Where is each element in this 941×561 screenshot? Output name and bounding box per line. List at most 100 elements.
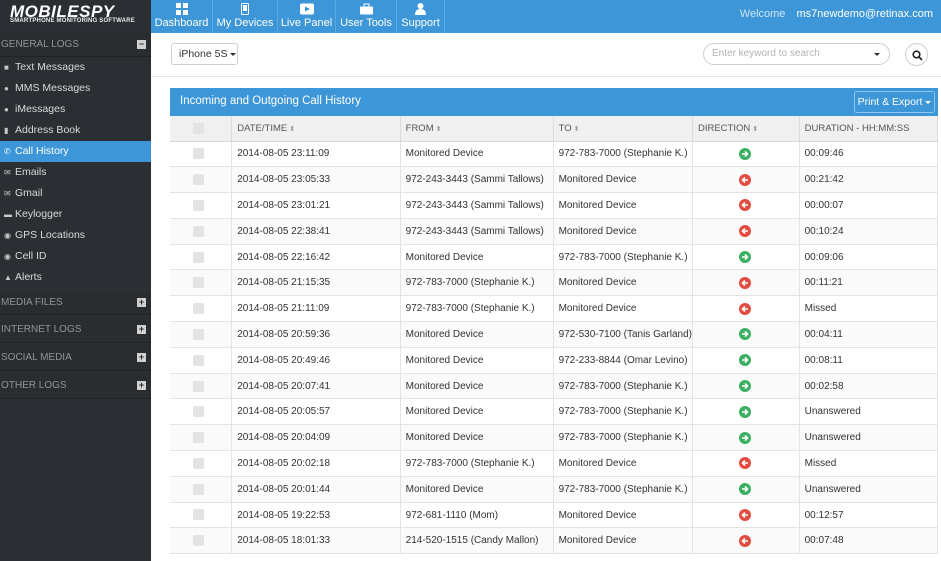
nav-support[interactable]: Support [397, 0, 445, 33]
checkbox[interactable] [193, 251, 204, 263]
checkbox[interactable] [193, 380, 204, 392]
section-other-logs[interactable]: OTHER LOGS + [0, 373, 151, 399]
cell-to: Monitored Device [553, 269, 693, 297]
checkbox[interactable] [193, 483, 204, 495]
cell-direction [692, 141, 800, 168]
sidebar-item-keylogger[interactable]: ▬ Keylogger [0, 204, 151, 225]
search-button[interactable] [905, 43, 928, 66]
row-checkbox-cell[interactable] [170, 476, 233, 503]
cell-to: Monitored Device [553, 527, 693, 555]
table-row[interactable]: 2014-08-05 23:11:09 Monitored Device 972-7… [170, 141, 939, 168]
row-checkbox-cell[interactable] [170, 244, 233, 271]
section-internet-logs[interactable]: INTERNET LOGS + [0, 317, 151, 343]
sidebar-item-gps-locations[interactable]: ◉ GPS Locations [0, 225, 151, 246]
cell-duration: 00:09:06 [799, 244, 939, 271]
section-general-logs[interactable]: GENERAL LOGS − [0, 33, 151, 57]
row-checkbox-cell[interactable] [170, 295, 233, 323]
device-select[interactable]: iPhone 5S [171, 43, 238, 65]
collapse-icon[interactable]: − [137, 40, 146, 49]
checkbox[interactable] [193, 354, 204, 366]
table-row[interactable]: 2014-08-05 22:16:42 Monitored Device 972-7… [170, 244, 939, 271]
sidebar-item-gmail[interactable]: ✉ Gmail [0, 183, 151, 204]
sidebar-item-text-messages[interactable]: ■ Text Messages [0, 57, 151, 78]
sidebar: GENERAL LOGS − ■ Text Messages ● MMS Messa… [0, 33, 151, 561]
row-checkbox-cell[interactable] [170, 166, 233, 194]
row-checkbox-cell[interactable] [170, 141, 233, 168]
pin-icon: ◉ [4, 231, 11, 240]
checkbox[interactable] [193, 406, 204, 418]
checkbox[interactable] [193, 225, 204, 237]
table-row[interactable]: 2014-08-05 20:04:09 Monitored Device 972-7… [170, 424, 939, 452]
section-social-media[interactable]: SOCIAL MEDIA + [0, 345, 151, 371]
checkbox[interactable] [193, 303, 204, 315]
table-row[interactable]: 2014-08-05 18:01:33 214-520-1515 (Candy M… [170, 527, 939, 555]
sidebar-item-cell-id[interactable]: ◉ Cell ID [0, 246, 151, 267]
section-media-files[interactable]: MEDIA FILES + [0, 291, 151, 315]
expand-icon[interactable]: + [137, 298, 146, 307]
sidebar-item-mms-messages[interactable]: ● MMS Messages [0, 78, 151, 99]
search-input[interactable]: Enter keyword to search [703, 43, 890, 65]
cell-direction [692, 398, 800, 426]
table-row[interactable]: 2014-08-05 20:01:44 Monitored Device 972-7… [170, 476, 939, 503]
row-checkbox-cell[interactable] [170, 347, 233, 374]
table-row[interactable]: 2014-08-05 20:05:57 Monitored Device 972-7… [170, 398, 939, 426]
expand-icon[interactable]: + [137, 325, 146, 334]
cell-direction [692, 502, 800, 529]
column-header-datetime[interactable]: DATE/TIME ⬍ [231, 116, 401, 142]
checkbox[interactable] [193, 199, 204, 211]
sidebar-item-alerts[interactable]: ▲ Alerts [0, 267, 151, 288]
column-header-to[interactable]: TO ⬍ [553, 116, 693, 142]
table-row[interactable]: 2014-08-05 21:15:35 972-783-7000 (Stephan… [170, 269, 939, 297]
row-checkbox-cell[interactable] [170, 321, 233, 348]
table-row[interactable]: 2014-08-05 19:22:53 972-681-1110 (Mom) Mon… [170, 502, 939, 529]
checkbox[interactable] [193, 277, 204, 289]
user-email[interactable]: ms7newdemo@retinax.com [797, 8, 934, 20]
checkbox[interactable] [193, 457, 204, 469]
cell-to: Monitored Device [553, 295, 693, 323]
checkbox[interactable] [193, 122, 204, 134]
nav-dashboard[interactable]: Dashboard [151, 0, 213, 33]
checkbox[interactable] [193, 535, 204, 547]
table-row[interactable]: 2014-08-05 20:59:36 Monitored Device 972-5… [170, 321, 939, 348]
expand-icon[interactable]: + [137, 353, 146, 362]
table-row[interactable]: 2014-08-05 21:11:09 972-783-7000 (Stephan… [170, 295, 939, 323]
checkbox[interactable] [193, 432, 204, 444]
row-checkbox-cell[interactable] [170, 192, 233, 219]
row-checkbox-cell[interactable] [170, 424, 233, 452]
row-checkbox-cell[interactable] [170, 398, 233, 426]
cell-datetime: 2014-08-05 23:05:33 [231, 166, 401, 194]
row-checkbox-cell[interactable] [170, 502, 233, 529]
column-header-direction[interactable]: DIRECTION ⬍ [692, 116, 800, 142]
sidebar-item-imessages[interactable]: ● iMessages [0, 99, 151, 120]
row-checkbox-cell[interactable] [170, 527, 233, 555]
row-checkbox-cell[interactable] [170, 269, 233, 297]
checkbox[interactable] [193, 328, 204, 340]
column-header-duration[interactable]: DURATION - HH:MM:SS [799, 116, 939, 142]
row-checkbox-cell[interactable] [170, 450, 233, 477]
select-all-checkbox-cell[interactable] [170, 116, 233, 142]
table-row[interactable]: 2014-08-05 23:05:33 972-243-3443 (Sammi T… [170, 166, 939, 194]
checkbox[interactable] [193, 509, 204, 521]
nav-user-tools[interactable]: User Tools [336, 0, 397, 33]
sidebar-item-call-history[interactable]: ✆ Call History [0, 141, 151, 162]
table-row[interactable]: 2014-08-05 23:01:21 972-243-3443 (Sammi T… [170, 192, 939, 219]
sidebar-item-emails[interactable]: ✉ Emails [0, 162, 151, 183]
cell-direction [692, 192, 800, 219]
checkbox[interactable] [193, 148, 204, 160]
nav-live-panel[interactable]: Live Panel [278, 0, 336, 33]
cell-datetime: 2014-08-05 22:38:41 [231, 218, 401, 245]
column-header-from[interactable]: FROM ⬍ [400, 116, 554, 142]
cell-duration: 00:08:11 [799, 347, 939, 374]
row-checkbox-cell[interactable] [170, 373, 233, 400]
logo[interactable]: MOBILESPY SMARTPHONE MONITORING SOFTWARE [0, 0, 151, 33]
table-row[interactable]: 2014-08-05 20:02:18 972-783-7000 (Stephan… [170, 450, 939, 477]
nav-my-devices[interactable]: My Devices [213, 0, 278, 33]
table-row[interactable]: 2014-08-05 20:07:41 Monitored Device 972-7… [170, 373, 939, 400]
table-row[interactable]: 2014-08-05 20:49:46 Monitored Device 972-2… [170, 347, 939, 374]
expand-icon[interactable]: + [137, 381, 146, 390]
print-export-button[interactable]: Print & Export [854, 91, 935, 113]
sidebar-item-address-book[interactable]: ▮ Address Book [0, 120, 151, 141]
table-row[interactable]: 2014-08-05 22:38:41 972-243-3443 (Sammi T… [170, 218, 939, 245]
row-checkbox-cell[interactable] [170, 218, 233, 245]
checkbox[interactable] [193, 174, 204, 186]
